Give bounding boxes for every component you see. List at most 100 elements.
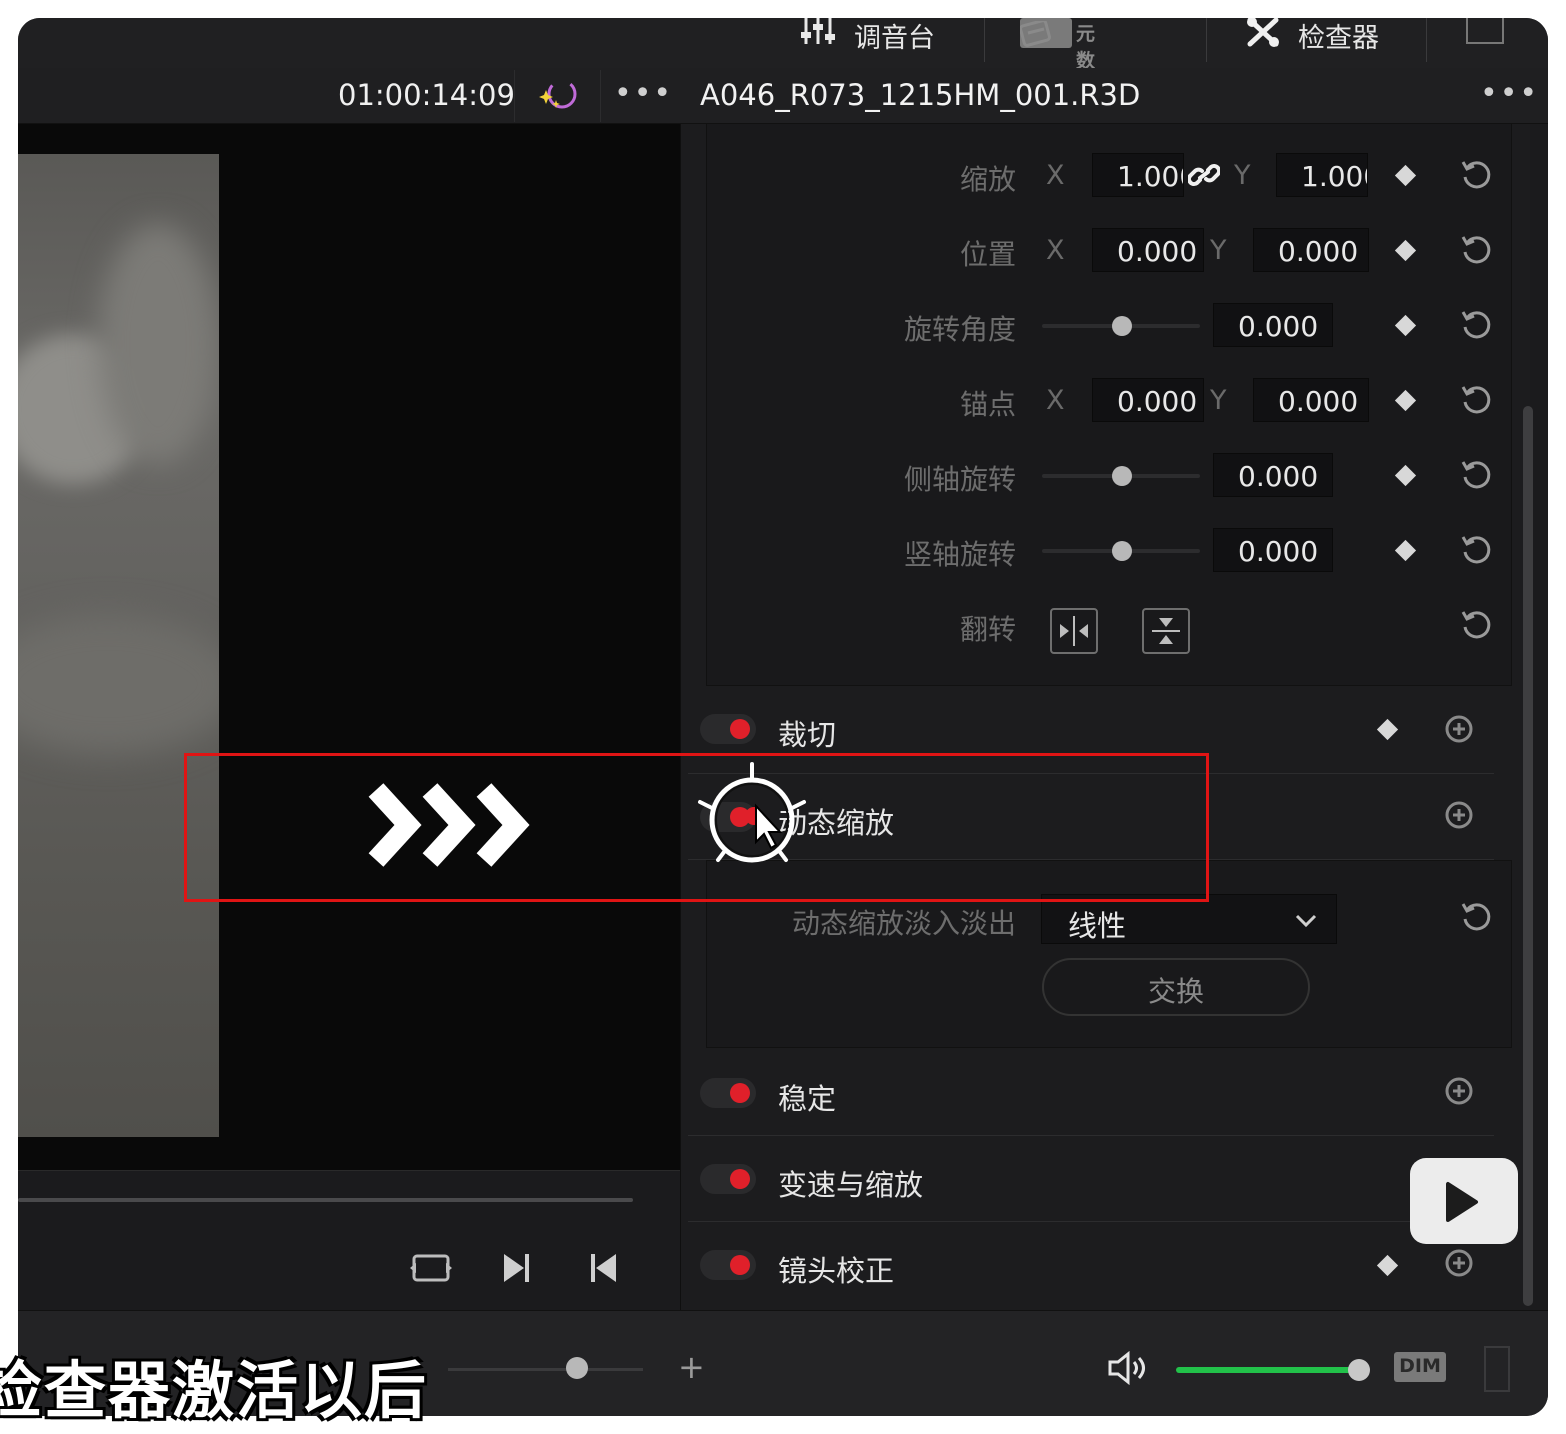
position-y-field[interactable]: 0.000: [1253, 228, 1369, 272]
play-icon: [1435, 1143, 1493, 1222]
viewer-header-divider: [514, 70, 515, 122]
speed-zoom-title: 变速与缩放: [778, 1168, 924, 1202]
dynamic-zoom-ease-label: 动态缩放淡入淡出: [791, 907, 1016, 940]
pitch-reset-icon[interactable]: [1460, 458, 1494, 492]
lens-correction-toggle-dot: [730, 1255, 750, 1275]
pitch-slider-knob[interactable]: [1112, 466, 1132, 486]
pitch-label: 侧轴旋转: [903, 463, 1016, 496]
previous-frame-icon[interactable]: [588, 1252, 618, 1288]
tab-mixer[interactable]: 调音台: [800, 18, 935, 68]
zoom-reset-icon[interactable]: [1460, 158, 1494, 192]
zoom-x-field[interactable]: 1.000: [1092, 153, 1184, 197]
section-lens-correction[interactable]: 镜头校正: [688, 1222, 1494, 1308]
tab-inspector[interactable]: 检查器: [1244, 17, 1379, 68]
swap-button[interactable]: 交换: [1042, 958, 1310, 1016]
click-indicator-icon: [696, 760, 812, 876]
audio-meter: [1484, 1346, 1510, 1392]
tab-separator: [1206, 18, 1207, 62]
viewer-header-divider: [600, 70, 601, 122]
crop-keyframe-icon[interactable]: [1376, 718, 1399, 741]
viewer-divider: [18, 1170, 680, 1171]
timeline-zoom-knob[interactable]: [566, 1357, 588, 1379]
triple-chevron-arrow-icon: [364, 776, 548, 878]
metadata-icon: [1019, 19, 1062, 56]
lens-correction-toggle[interactable]: [700, 1250, 756, 1280]
bilibili-logo: [1410, 1143, 1518, 1244]
position-x-field[interactable]: 0.000: [1092, 228, 1204, 272]
stabilization-title: 稳定: [778, 1082, 837, 1116]
ease-dropdown-value: 线性: [1068, 909, 1127, 943]
anchor-reset-icon[interactable]: [1460, 383, 1494, 417]
flip-horizontal-icon: [1060, 616, 1088, 646]
flip-label: 翻转: [959, 613, 1016, 646]
scrubber-bar[interactable]: [18, 1198, 633, 1202]
crop-reset-icon[interactable]: [1442, 712, 1476, 746]
speaker-icon[interactable]: [1106, 1350, 1150, 1390]
viewer-image: [18, 154, 219, 1137]
image-shape: [18, 614, 219, 754]
inspector-more-button[interactable]: •••: [1480, 76, 1539, 111]
dynamic-zoom-reset-icon[interactable]: [1442, 798, 1476, 832]
zoom-label: 缩放: [959, 163, 1016, 196]
panel-toggle-icon[interactable]: [1466, 18, 1504, 44]
stabilization-toggle-dot: [730, 1083, 750, 1103]
pitch-field[interactable]: 0.000: [1213, 453, 1333, 497]
tab-metadata[interactable]: 元数据: [1019, 18, 1095, 99]
flip-vertical-button[interactable]: [1142, 608, 1190, 654]
rotation-reset-icon[interactable]: [1460, 308, 1494, 342]
anchor-x-field[interactable]: 0.000: [1092, 378, 1204, 422]
tab-separator: [1426, 18, 1427, 62]
rotation-field[interactable]: 0.000: [1213, 303, 1333, 347]
zoom-y-axis-label[interactable]: Y: [1234, 160, 1251, 191]
flip-horizontal-button[interactable]: [1050, 608, 1098, 654]
stabilization-toggle[interactable]: [700, 1078, 756, 1108]
lens-correction-reset-icon[interactable]: [1442, 1246, 1476, 1280]
rotation-slider-knob[interactable]: [1112, 316, 1132, 336]
loop-icon[interactable]: [408, 1252, 454, 1288]
position-y-axis-label[interactable]: Y: [1210, 235, 1227, 266]
video-subtitle: 检查器激活以后: [0, 1354, 429, 1427]
lens-correction-keyframe-icon[interactable]: [1376, 1254, 1399, 1277]
volume-knob[interactable]: [1348, 1359, 1370, 1381]
tab-separator: [984, 18, 985, 62]
anchor-y-axis-label[interactable]: Y: [1210, 385, 1227, 416]
stabilization-reset-icon[interactable]: [1442, 1074, 1476, 1108]
crop-title: 裁切: [778, 718, 837, 752]
timeline-zoom-slider[interactable]: [448, 1368, 643, 1371]
yaw-reset-icon[interactable]: [1460, 533, 1494, 567]
chevron-down-icon: [1295, 914, 1317, 928]
tab-inspector-label: 检查器: [1298, 23, 1379, 54]
timeline-zoom-plus[interactable]: +: [678, 1348, 705, 1386]
anchor-label: 锚点: [959, 388, 1016, 421]
mixer-icon: [800, 18, 840, 55]
speed-zoom-toggle[interactable]: [700, 1164, 756, 1194]
anchor-x-axis-label[interactable]: X: [1046, 385, 1065, 416]
link-icon[interactable]: [1187, 160, 1221, 194]
position-reset-icon[interactable]: [1460, 233, 1494, 267]
yaw-slider-knob[interactable]: [1112, 541, 1132, 561]
section-stabilization[interactable]: 稳定: [688, 1050, 1494, 1136]
yaw-field[interactable]: 0.000: [1213, 528, 1333, 572]
tab-mixer-label: 调音台: [854, 23, 935, 54]
image-shape: [98, 224, 218, 464]
flip-reset-icon[interactable]: [1460, 608, 1494, 642]
timecode[interactable]: 01:00:14:09: [338, 78, 515, 112]
clip-name: A046_R073_1215HM_001.R3D: [700, 78, 1141, 112]
position-label: 位置: [959, 238, 1016, 271]
next-frame-icon[interactable]: [502, 1252, 532, 1288]
dynamic-zoom-ease-reset-icon[interactable]: [1460, 900, 1494, 934]
inspector-scrollbar[interactable]: [1523, 406, 1533, 1306]
position-x-axis-label[interactable]: X: [1046, 235, 1065, 266]
rotation-label: 旋转角度: [903, 313, 1016, 346]
flip-vertical-icon: [1152, 618, 1180, 644]
anchor-y-field[interactable]: 0.000: [1253, 378, 1369, 422]
sparkle-effect-icon[interactable]: [536, 76, 580, 118]
section-speed-zoom[interactable]: 变速与缩放: [688, 1136, 1494, 1222]
volume-slider[interactable]: [1176, 1367, 1356, 1373]
zoom-x-axis-label[interactable]: X: [1046, 160, 1065, 191]
crop-toggle[interactable]: [700, 714, 756, 744]
dim-button[interactable]: DIM: [1394, 1352, 1446, 1382]
zoom-y-field[interactable]: 1.000: [1276, 153, 1368, 197]
speed-zoom-toggle-dot: [730, 1169, 750, 1189]
viewer-more-button[interactable]: •••: [614, 76, 673, 111]
